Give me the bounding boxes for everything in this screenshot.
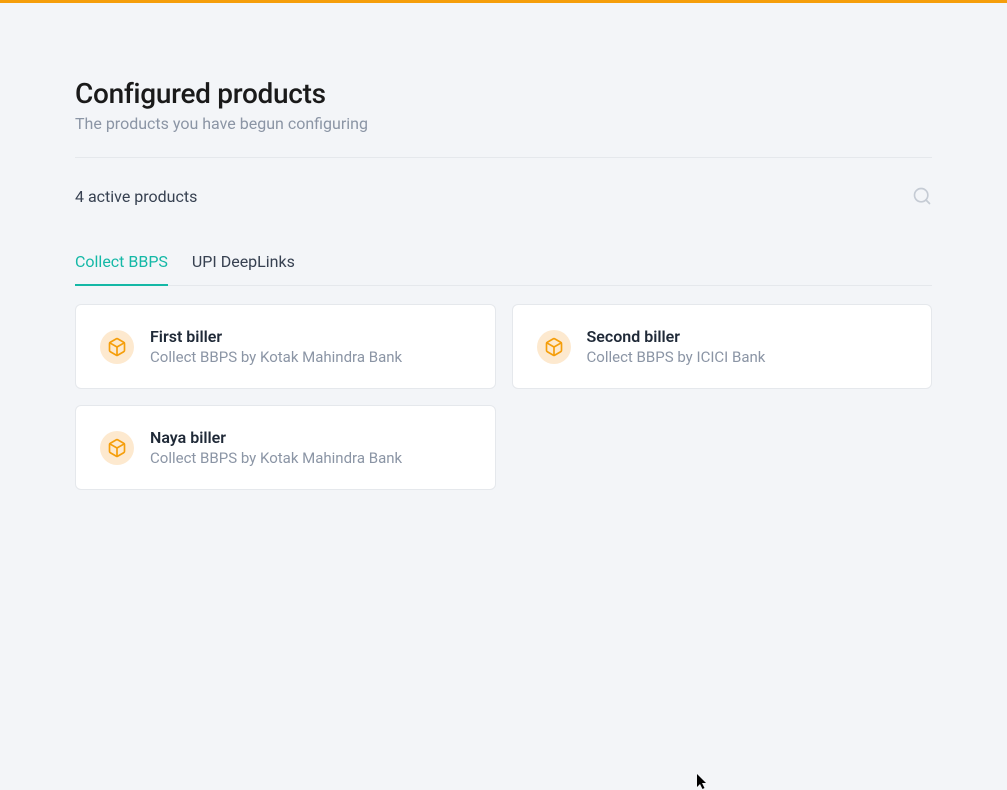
card-title: Second biller — [587, 327, 766, 346]
box-icon — [100, 330, 134, 364]
card-content: First biller Collect BBPS by Kotak Mahin… — [150, 327, 402, 366]
tabs: Collect BBPS UPI DeepLinks — [75, 252, 932, 286]
page-title: Configured products — [75, 77, 932, 110]
product-cards-grid: First biller Collect BBPS by Kotak Mahin… — [75, 304, 932, 490]
card-subtitle: Collect BBPS by Kotak Mahindra Bank — [150, 449, 402, 467]
card-subtitle: Collect BBPS by ICICI Bank — [587, 348, 766, 366]
product-card[interactable]: First biller Collect BBPS by Kotak Mahin… — [75, 304, 496, 389]
tab-upi-deeplinks[interactable]: UPI DeepLinks — [192, 252, 295, 285]
main-container: Configured products The products you hav… — [0, 3, 1007, 490]
active-products-count: 4 active products — [75, 187, 197, 206]
card-title: First biller — [150, 327, 402, 346]
page-subtitle: The products you have begun configuring — [75, 114, 932, 133]
card-content: Naya biller Collect BBPS by Kotak Mahind… — [150, 428, 402, 467]
card-content: Second biller Collect BBPS by ICICI Bank — [587, 327, 766, 366]
product-card[interactable]: Naya biller Collect BBPS by Kotak Mahind… — [75, 405, 496, 490]
search-icon[interactable] — [912, 186, 932, 206]
card-title: Naya biller — [150, 428, 402, 447]
box-icon — [100, 431, 134, 465]
cursor-icon — [697, 774, 709, 790]
product-card[interactable]: Second biller Collect BBPS by ICICI Bank — [512, 304, 933, 389]
card-subtitle: Collect BBPS by Kotak Mahindra Bank — [150, 348, 402, 366]
status-row: 4 active products — [75, 186, 932, 206]
tab-collect-bbps[interactable]: Collect BBPS — [75, 252, 168, 285]
header-divider — [75, 157, 932, 158]
box-icon — [537, 330, 571, 364]
